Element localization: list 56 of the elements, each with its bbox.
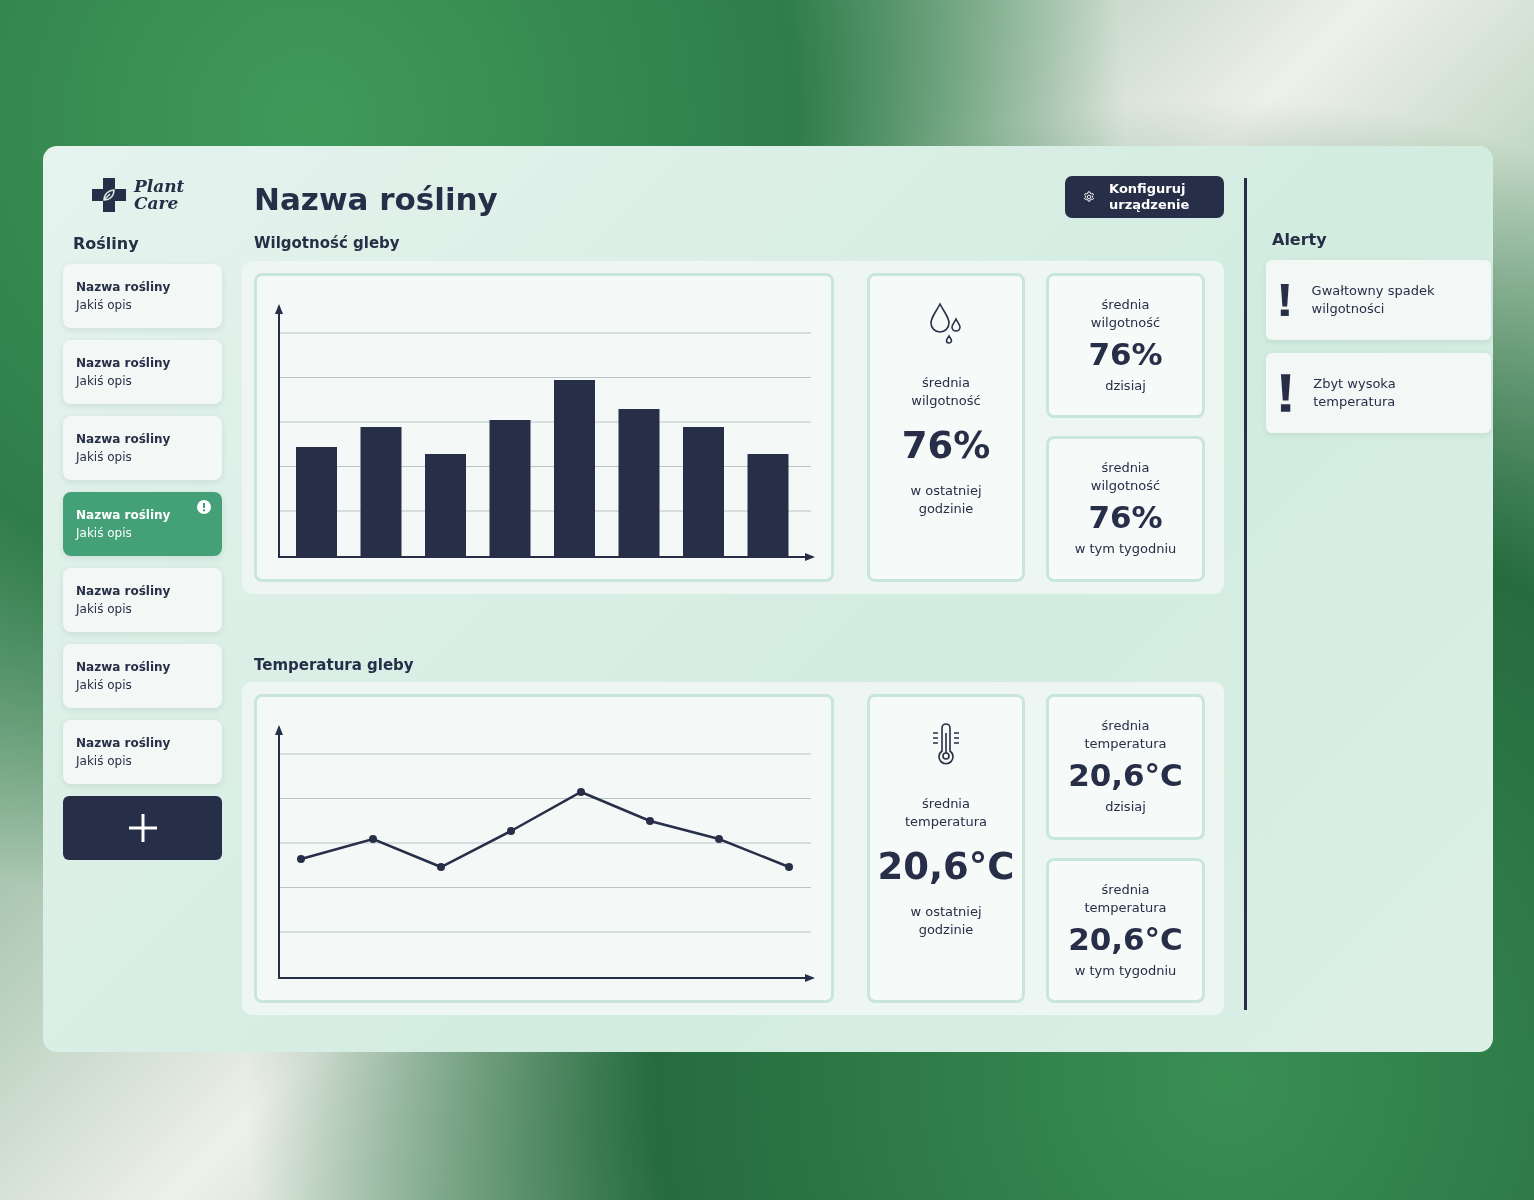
plant-list-item[interactable]: Nazwa rośliny Jakiś opis bbox=[63, 340, 222, 404]
stat-value: 20,6°C bbox=[877, 845, 1015, 890]
plant-name: Nazwa rośliny bbox=[76, 659, 172, 676]
plant-name: Nazwa rośliny bbox=[76, 279, 172, 296]
alert-card[interactable]: Zbyt wysoka temperatura bbox=[1266, 353, 1491, 433]
stat-period: w tym tygodniu bbox=[1074, 961, 1177, 980]
stat-label: średnia temperatura bbox=[1083, 717, 1168, 754]
stat-label: średnia wilgotność bbox=[1089, 459, 1162, 496]
stat-label: średnia temperatura bbox=[1083, 880, 1168, 917]
stat-period: w ostatniej godzinie bbox=[909, 903, 983, 940]
stat-value: 76% bbox=[901, 423, 991, 468]
stat-value: 20,6°C bbox=[1068, 920, 1183, 958]
thermometer-icon bbox=[931, 723, 961, 767]
plant-name: Nazwa rośliny bbox=[76, 355, 172, 372]
plant-description: Jakiś opis bbox=[76, 677, 133, 694]
plant-list-item[interactable]: Nazwa rośliny Jakiś opis bbox=[63, 644, 222, 708]
alerts-title: Alerty bbox=[1272, 229, 1328, 251]
plant-description: Jakiś opis bbox=[76, 373, 133, 390]
alert-text: Zbyt wysoka temperatura bbox=[1313, 375, 1397, 411]
plus-icon bbox=[127, 813, 158, 843]
sidebar-title: Rośliny bbox=[73, 233, 140, 255]
section-title: Wilgotność gleby bbox=[254, 233, 401, 254]
plant-description: Jakiś opis bbox=[76, 525, 133, 542]
alert-icon bbox=[197, 500, 211, 514]
plant-name: Nazwa rośliny bbox=[76, 583, 172, 600]
add-plant-button[interactable] bbox=[63, 796, 222, 860]
plant-name: Nazwa rośliny bbox=[76, 735, 172, 752]
water-drops-icon bbox=[928, 301, 964, 346]
stat-value: 76% bbox=[1088, 499, 1163, 537]
section-title: Temperatura gleby bbox=[254, 654, 415, 676]
plant-list-item[interactable]: Nazwa rośliny Jakiś opis bbox=[63, 264, 222, 328]
stat-period: dzisiaj bbox=[1105, 376, 1146, 395]
plant-name: Nazwa rośliny bbox=[76, 507, 172, 524]
alert-text: Gwałtowny spadek wilgotności bbox=[1311, 282, 1436, 318]
stat-period: dzisiaj bbox=[1105, 798, 1146, 817]
plant-list-item[interactable]: Nazwa rośliny Jakiś opis bbox=[63, 416, 222, 480]
stat-value: 76% bbox=[1088, 335, 1163, 373]
plant-list-item[interactable]: Nazwa rośliny Jakiś opis bbox=[63, 720, 222, 784]
page-title: Nazwa rośliny bbox=[254, 180, 498, 218]
plant-list-item[interactable]: Nazwa rośliny Jakiś opis bbox=[63, 568, 222, 632]
stat-label: średnia temperatura bbox=[904, 795, 988, 831]
plant-description: Jakiś opis bbox=[76, 753, 133, 770]
configure-device-button[interactable]: Konfiguruj urządzenie bbox=[1065, 176, 1224, 218]
plant-name: Nazwa rośliny bbox=[76, 431, 172, 448]
stat-label: średnia wilgotność bbox=[910, 373, 982, 410]
logo-icon bbox=[90, 176, 128, 214]
plant-description: Jakiś opis bbox=[76, 297, 133, 314]
plant-description: Jakiś opis bbox=[76, 601, 133, 618]
logo-text: Plant Care bbox=[134, 178, 184, 212]
exclamation-icon bbox=[1280, 373, 1292, 413]
alert-card[interactable]: Gwałtowny spadek wilgotności bbox=[1266, 260, 1491, 340]
stat-period: w ostatniej godzinie bbox=[909, 481, 983, 518]
stat-label: średnia wilgotność bbox=[1089, 295, 1162, 332]
plant-description: Jakiś opis bbox=[76, 449, 133, 466]
stat-value: 20,6°C bbox=[1068, 757, 1183, 795]
stat-period: w tym tygodniu bbox=[1074, 540, 1177, 559]
